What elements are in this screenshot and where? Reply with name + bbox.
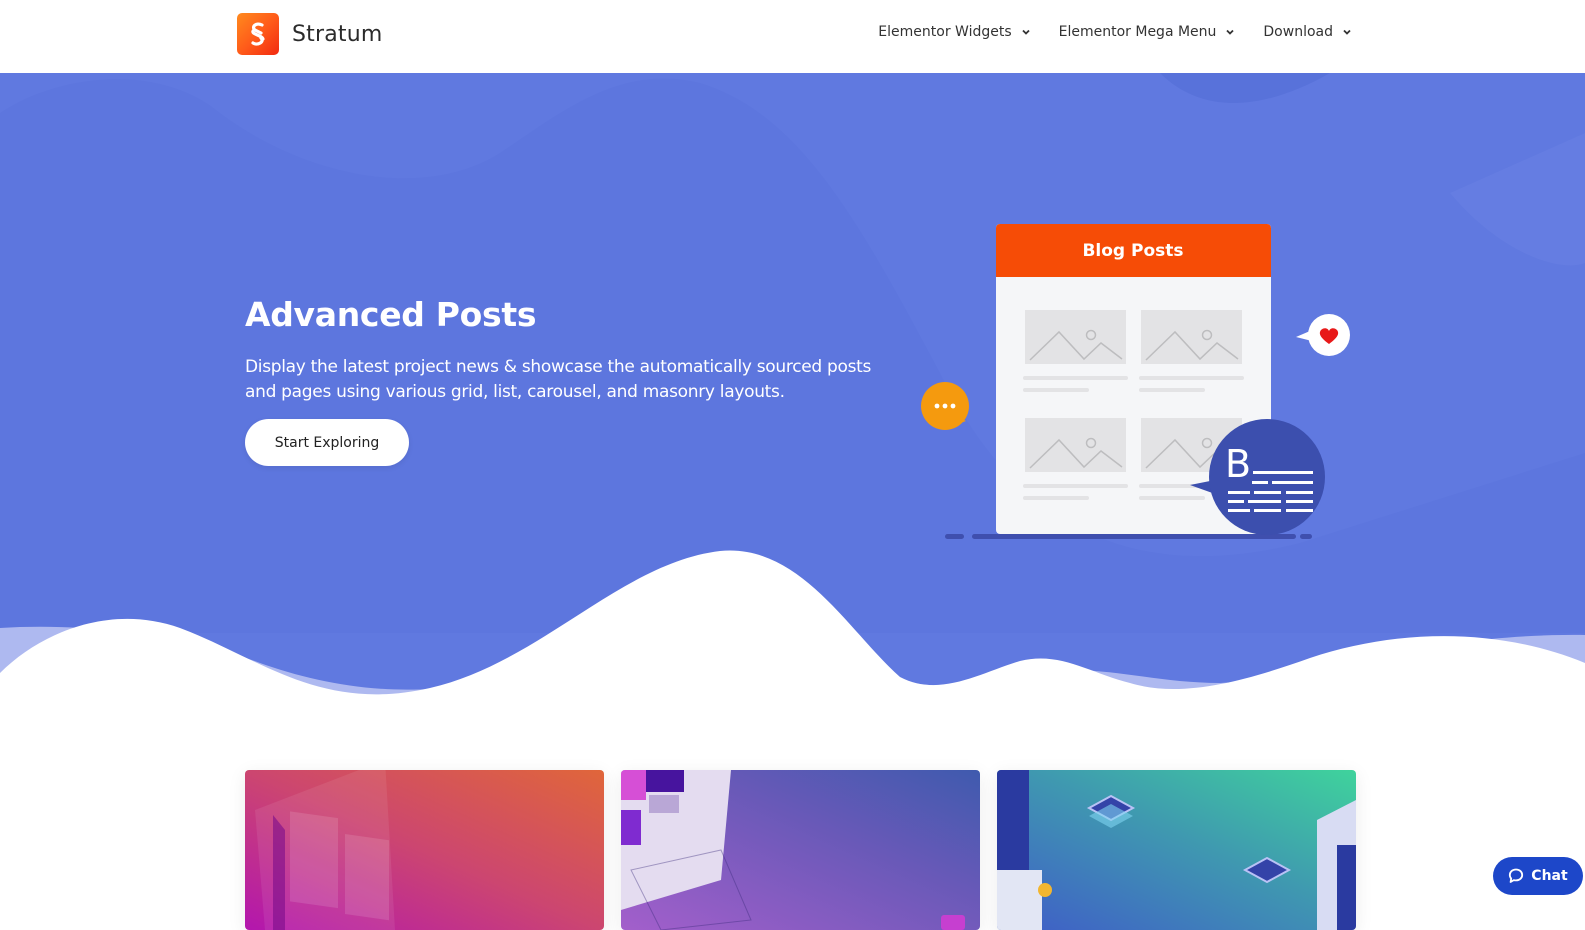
base-line-left	[945, 534, 964, 539]
main-nav: Elementor Widgets Elementor Mega Menu Do…	[878, 24, 1352, 40]
blog-badge-letter: B	[1225, 442, 1251, 486]
image-placeholder-icon	[1023, 418, 1128, 500]
base-line-main	[972, 534, 1296, 539]
image-placeholder-icon	[1139, 310, 1244, 392]
nav-item-label: Elementor Widgets	[878, 24, 1012, 40]
heart-bubble-icon	[1296, 314, 1350, 356]
nav-item-label: Elementor Mega Menu	[1058, 24, 1217, 40]
post-thumbnail	[245, 770, 604, 930]
stratum-s-logo-icon	[237, 13, 279, 55]
image-placeholder-icon	[1023, 310, 1128, 392]
site-header: Stratum Elementor Widgets Elementor Mega…	[0, 0, 1585, 73]
nav-item-elementor-mega-menu[interactable]: Elementor Mega Menu	[1059, 24, 1236, 40]
blog-panel-title: Blog Posts	[1082, 241, 1183, 261]
chevron-down-icon	[1343, 29, 1351, 35]
hero-title: Advanced Posts	[245, 295, 537, 334]
posts-grid	[245, 770, 1356, 930]
nav-item-download[interactable]: Download	[1263, 24, 1352, 40]
chat-button[interactable]: Chat	[1493, 857, 1583, 895]
hero-description: Display the latest project news & showca…	[245, 357, 872, 402]
post-thumbnail	[621, 770, 980, 930]
chat-bubble-icon	[1509, 868, 1524, 883]
post-card-mobile-analytics[interactable]	[621, 770, 980, 930]
nav-item-elementor-widgets[interactable]: Elementor Widgets	[878, 24, 1030, 40]
post-card-web-design[interactable]	[245, 770, 604, 930]
chevron-down-icon	[1226, 29, 1235, 35]
hero-section: Advanced Posts Display the latest projec…	[0, 73, 1585, 713]
base-line-right	[1300, 534, 1312, 539]
post-card-server-network[interactable]	[997, 770, 1356, 930]
nav-item-label: Download	[1263, 24, 1333, 40]
chevron-down-icon	[1021, 29, 1030, 35]
blog-posts-illustration: Blog Posts B	[921, 224, 1350, 539]
brand-name: Stratum	[292, 21, 383, 47]
brand-logo[interactable]: Stratum	[237, 13, 383, 55]
chat-button-label: Chat	[1531, 868, 1568, 884]
start-exploring-button[interactable]: Start Exploring	[245, 419, 409, 466]
post-thumbnail	[997, 770, 1356, 930]
ellipsis-bubble-icon	[921, 382, 969, 430]
